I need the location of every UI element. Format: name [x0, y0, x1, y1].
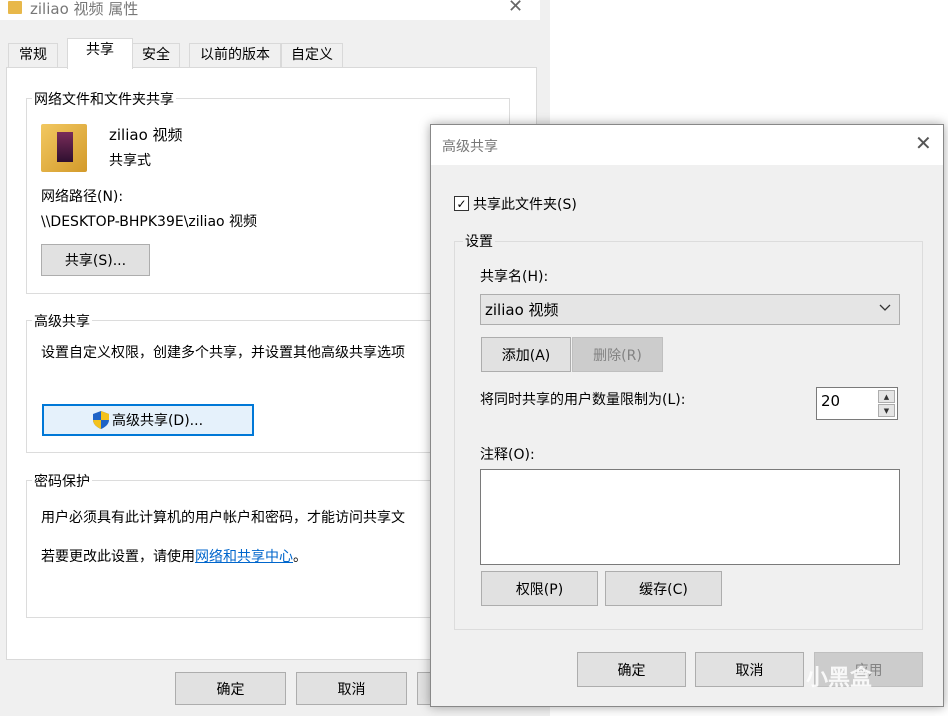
advanced-sharing-dialog: 高级共享 ✕ ✓ 共享此文件夹(S) 设置 共享名(H): ziliao 视频 … — [430, 124, 944, 707]
user-limit-label: 将同时共享的用户数量限制为(L): — [480, 392, 686, 408]
change-setting-text: 若要更改此设置，请使用网络和共享中心。 — [41, 546, 307, 566]
network-path-label: 网络路径(N): — [41, 189, 124, 205]
comment-label: 注释(O): — [480, 447, 535, 463]
folder-icon — [8, 1, 22, 14]
shared-folder-icon — [41, 124, 87, 172]
share-name-select[interactable]: ziliao 视频 — [480, 294, 900, 325]
share-name-label: 共享名(H): — [480, 269, 549, 285]
dialog-title-bar: 高级共享 ✕ — [431, 125, 943, 165]
advanced-sharing-group-title: 高级共享 — [32, 311, 92, 331]
chevron-down-icon — [879, 301, 891, 315]
password-protection-description: 用户必须具有此计算机的用户帐户和密码，才能访问共享文 — [41, 510, 405, 526]
change-setting-suffix: 。 — [293, 549, 307, 565]
watermark-logo: 小黑盒 — [806, 666, 873, 691]
tab-previous-versions[interactable]: 以前的版本 — [189, 43, 281, 68]
user-limit-spinner[interactable]: 20 ▲ ▼ — [816, 387, 898, 420]
tab-general[interactable]: 常规 — [8, 43, 58, 68]
settings-group-title: 设置 — [463, 231, 495, 251]
permissions-button[interactable]: 权限(P) — [481, 571, 598, 606]
tab-sharing[interactable]: 共享 — [67, 38, 133, 69]
properties-title-bar: ziliao 视频 属性 ✕ — [0, 0, 540, 20]
checkmark-icon: ✓ — [456, 196, 467, 211]
close-icon[interactable]: ✕ — [508, 0, 523, 17]
password-protection-group-title: 密码保护 — [32, 471, 92, 491]
add-button[interactable]: 添加(A) — [481, 337, 571, 372]
close-icon[interactable]: ✕ — [915, 131, 932, 155]
advanced-sharing-description: 设置自定义权限，创建多个共享，并设置其他高级共享选项 — [41, 345, 405, 361]
caching-button[interactable]: 缓存(C) — [605, 571, 722, 606]
network-sharing-center-link[interactable]: 网络和共享中心 — [195, 549, 293, 565]
share-folder-checkbox[interactable]: ✓ — [454, 196, 469, 211]
change-setting-prefix: 若要更改此设置，请使用 — [41, 549, 195, 565]
tab-customize[interactable]: 自定义 — [281, 43, 343, 68]
dialog-title: 高级共享 — [442, 139, 498, 155]
user-limit-value: 20 — [821, 392, 841, 410]
remove-button[interactable]: 删除(R) — [572, 337, 663, 372]
advanced-sharing-button-label: 高级共享(D)... — [111, 413, 204, 429]
folder-name: ziliao 视频 — [109, 126, 183, 144]
comment-textarea[interactable] — [480, 469, 900, 565]
spin-down-icon[interactable]: ▼ — [878, 404, 895, 417]
advanced-sharing-button[interactable]: 高级共享(D)... — [42, 404, 254, 436]
uac-shield-icon — [92, 411, 109, 429]
dialog-cancel-button[interactable]: 取消 — [695, 652, 804, 687]
dialog-ok-button[interactable]: 确定 — [577, 652, 686, 687]
properties-ok-button[interactable]: 确定 — [175, 672, 286, 705]
share-button[interactable]: 共享(S)... — [41, 244, 150, 276]
share-status: 共享式 — [109, 153, 151, 169]
share-name-value: ziliao 视频 — [485, 301, 559, 319]
tab-security[interactable]: 安全 — [132, 43, 180, 68]
network-sharing-group-title: 网络文件和文件夹共享 — [32, 89, 176, 109]
properties-cancel-button[interactable]: 取消 — [296, 672, 407, 705]
share-folder-checkbox-label[interactable]: 共享此文件夹(S) — [473, 194, 577, 214]
properties-title: ziliao 视频 属性 — [30, 0, 139, 18]
network-path: \\DESKTOP-BHPK39E\ziliao 视频 — [41, 214, 258, 230]
spin-up-icon[interactable]: ▲ — [878, 390, 895, 403]
